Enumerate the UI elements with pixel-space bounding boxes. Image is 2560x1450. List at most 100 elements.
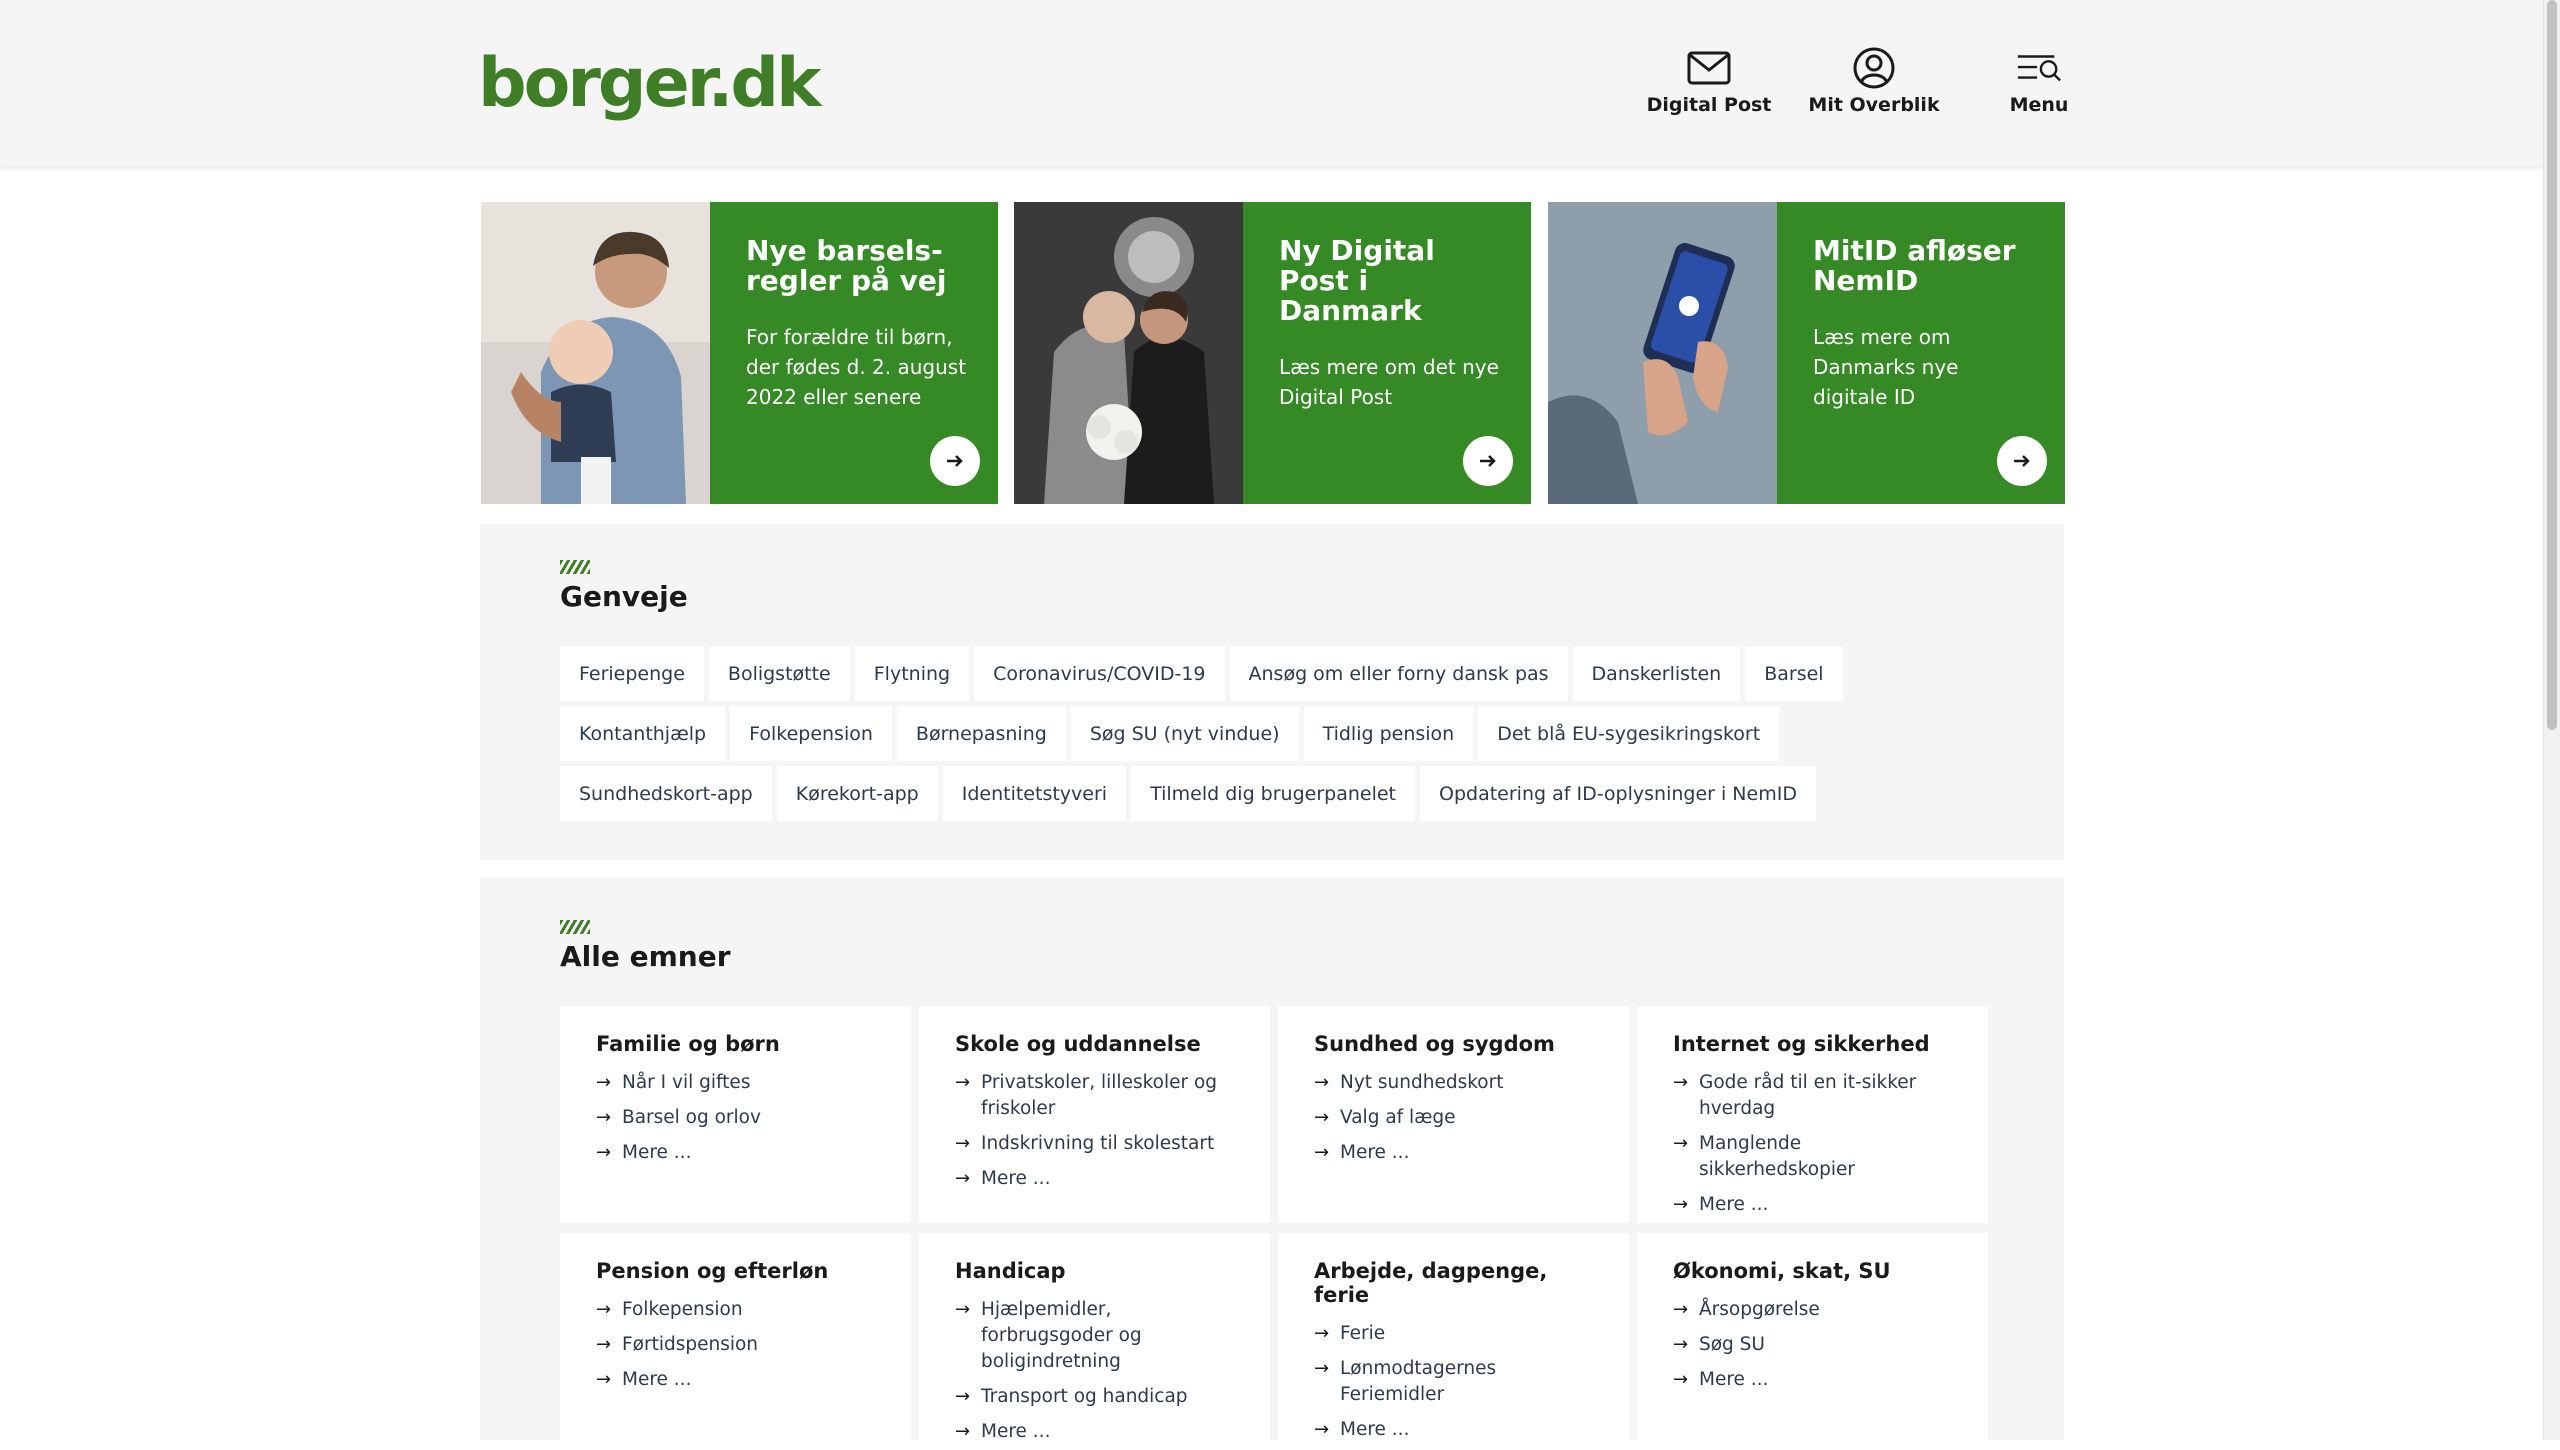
topic-title[interactable]: Handicap <box>955 1259 1240 1283</box>
nav-menu[interactable]: Menu <box>1964 46 2114 116</box>
topic-link[interactable]: → Manglende sikkerhedskopier <box>1673 1131 1958 1183</box>
shortcut-chip[interactable]: Søg SU (nyt vindue) <box>1070 706 1299 761</box>
topic-link[interactable]: → Folkepension <box>596 1297 881 1323</box>
arrow-right-icon: → <box>1314 1419 1330 1440</box>
arrow-right-icon: → <box>596 1107 612 1128</box>
topics-section: Alle emner Familie og børn → Når I vil gi… <box>480 878 2064 1450</box>
nav-label: Digital Post <box>1646 94 1772 116</box>
section-title: Genveje <box>560 580 688 613</box>
shortcut-chip[interactable]: Opdatering af ID-oplysninger i NemID <box>1420 766 1816 821</box>
section-stripe-decoration <box>560 560 590 574</box>
topic-title[interactable]: Skole og uddannelse <box>955 1032 1240 1056</box>
topic-link[interactable]: → Privatskoler, lilleskoler og friskoler <box>955 1070 1240 1122</box>
shortcut-chip[interactable]: Identitetstyveri <box>942 766 1127 821</box>
topics-grid: Familie og børn → Når I vil giftes → Barse… <box>560 1006 1988 1450</box>
topic-card: Pension og efterløn → Folkepension → Førti… <box>560 1233 911 1450</box>
topic-link[interactable]: → Hjælpemidler, forbrugsgoder og boligind… <box>955 1297 1240 1375</box>
promo-title: MitID afløser NemID <box>1813 234 2016 297</box>
promo-title: Ny Digital Post i Danmark <box>1279 234 1435 327</box>
topic-card: Arbejde, dagpenge, ferie → Ferie → Lønmodt… <box>1278 1233 1629 1450</box>
topic-more-link[interactable]: → Mere ... <box>955 1419 1240 1445</box>
topic-more-link[interactable]: → Mere ... <box>1314 1140 1599 1166</box>
topic-link[interactable]: → Årsopgørelse <box>1673 1297 1958 1323</box>
site-logo[interactable]: borger.dk <box>478 44 821 124</box>
arrow-right-icon: → <box>1314 1072 1330 1093</box>
promo-arrow-button[interactable] <box>1997 436 2047 486</box>
arrow-right-icon <box>2014 455 2030 467</box>
topic-more-link[interactable]: → Mere ... <box>596 1140 881 1166</box>
topic-more-link[interactable]: → Mere ... <box>596 1367 881 1393</box>
nav-mit-overblik[interactable]: Mit Overblik <box>1799 46 1949 116</box>
promo-text: Læs mere om Danmarks nye digitale ID <box>1813 325 1959 409</box>
topic-link[interactable]: → Gode råd til en it-sikker hverdag <box>1673 1070 1958 1122</box>
shortcut-chip[interactable]: Feriepenge <box>560 646 704 701</box>
promo-title: Nye barsels- regler på vej <box>746 234 947 297</box>
topic-title[interactable]: Internet og sikkerhed <box>1673 1032 1958 1056</box>
arrow-right-icon: → <box>1673 1369 1689 1390</box>
promo-content: Nye barsels- regler på vej For forældre … <box>710 202 998 504</box>
nav-digital-post[interactable]: Digital Post <box>1634 46 1784 116</box>
topic-title[interactable]: Pension og efterløn <box>596 1259 881 1283</box>
topic-link[interactable]: → Søg SU <box>1673 1332 1958 1358</box>
page-scrollbar[interactable] <box>2543 0 2560 1440</box>
topic-card: Sundhed og sygdom → Nyt sundhedskort → Val… <box>1278 1006 1629 1223</box>
topic-card: Skole og uddannelse → Privatskoler, lille… <box>919 1006 1270 1223</box>
topic-link[interactable]: → Barsel og orlov <box>596 1105 881 1131</box>
menu-search-icon <box>2016 46 2062 90</box>
arrow-right-icon: → <box>1673 1194 1689 1215</box>
promo-text: For forældre til børn, der fødes d. 2. a… <box>746 325 967 409</box>
promo-text: Læs mere om det nye Digital Post <box>1279 355 1499 409</box>
scrollbar-thumb[interactable] <box>2547 0 2557 730</box>
topic-card: Familie og børn → Når I vil giftes → Barse… <box>560 1006 911 1223</box>
arrow-right-icon: → <box>955 1072 971 1093</box>
shortcut-chip[interactable]: Tidlig pension <box>1303 706 1474 761</box>
topic-link[interactable]: → Valg af læge <box>1314 1105 1599 1131</box>
topic-link[interactable]: → Indskrivning til skolestart <box>955 1131 1240 1157</box>
topic-title[interactable]: Familie og børn <box>596 1032 881 1056</box>
arrow-right-icon: → <box>955 1299 971 1320</box>
topic-title[interactable]: Økonomi, skat, SU <box>1673 1259 1958 1283</box>
topic-more-link[interactable]: → Mere ... <box>1673 1367 1958 1393</box>
shortcut-chip[interactable]: Børnepasning <box>896 706 1066 761</box>
shortcut-chip[interactable]: Folkepension <box>730 706 892 761</box>
promo-arrow-button[interactable] <box>1463 436 1513 486</box>
arrow-right-icon: → <box>1314 1107 1330 1128</box>
topic-link[interactable]: → Når I vil giftes <box>596 1070 881 1096</box>
shortcut-chip[interactable]: Coronavirus/COVID-19 <box>974 646 1225 701</box>
promo-card-barsel[interactable]: Nye barsels- regler på vej For forældre … <box>481 202 998 504</box>
promo-card-mitid[interactable]: MitID afløser NemID Læs mere om Danmarks… <box>1548 202 2065 504</box>
topic-link[interactable]: → Nyt sundhedskort <box>1314 1070 1599 1096</box>
promo-card-digital-post[interactable]: Ny Digital Post i Danmark Læs mere om de… <box>1014 202 1531 504</box>
topic-card: Handicap → Hjælpemidler, forbrugsgoder og… <box>919 1233 1270 1450</box>
topic-link[interactable]: → Lønmodtagernes Feriemidler <box>1314 1356 1599 1408</box>
shortcut-chip[interactable]: Boligstøtte <box>708 646 850 701</box>
shortcut-chip[interactable]: Flytning <box>854 646 970 701</box>
shortcut-chip[interactable]: Ansøg om eller forny dansk pas <box>1229 646 1568 701</box>
topic-title[interactable]: Sundhed og sygdom <box>1314 1032 1599 1056</box>
shortcut-chip[interactable]: Det blå EU-sygesikringskort <box>1478 706 1780 761</box>
shortcut-chip[interactable]: Tilmeld dig brugerpanelet <box>1131 766 1416 821</box>
topic-card: Internet og sikkerhed → Gode råd til en i… <box>1637 1006 1988 1223</box>
nav-label: Mit Overblik <box>1808 94 1940 116</box>
arrow-right-icon: → <box>955 1421 971 1442</box>
topic-more-link[interactable]: → Mere ... <box>955 1166 1240 1192</box>
topic-more-link[interactable]: → Mere ... <box>1673 1192 1958 1218</box>
shortcut-chip[interactable]: Sundhedskort-app <box>560 766 772 821</box>
arrow-right-icon: → <box>596 1369 612 1390</box>
topic-more-link[interactable]: → Mere ... <box>1314 1417 1599 1443</box>
topic-link[interactable]: → Transport og handicap <box>955 1384 1240 1410</box>
promo-content: Ny Digital Post i Danmark Læs mere om de… <box>1243 202 1531 504</box>
shortcut-chip[interactable]: Barsel <box>1745 646 1843 701</box>
arrow-right-icon: → <box>955 1133 971 1154</box>
shortcut-chip[interactable]: Kontanthjælp <box>560 706 726 761</box>
shortcut-chip[interactable]: Danskerlisten <box>1572 646 1741 701</box>
shortcut-chip[interactable]: Kørekort-app <box>776 766 938 821</box>
arrow-right-icon: → <box>1673 1072 1689 1093</box>
topic-link[interactable]: → Førtidspension <box>596 1332 881 1358</box>
topic-card: Økonomi, skat, SU → Årsopgørelse → Søg SU … <box>1637 1233 1988 1450</box>
promo-arrow-button[interactable] <box>930 436 980 486</box>
topic-link[interactable]: → Ferie <box>1314 1321 1599 1347</box>
topic-title[interactable]: Arbejde, dagpenge, ferie <box>1314 1259 1599 1307</box>
user-circle-icon <box>1851 46 1897 90</box>
section-title: Alle emner <box>560 940 731 973</box>
